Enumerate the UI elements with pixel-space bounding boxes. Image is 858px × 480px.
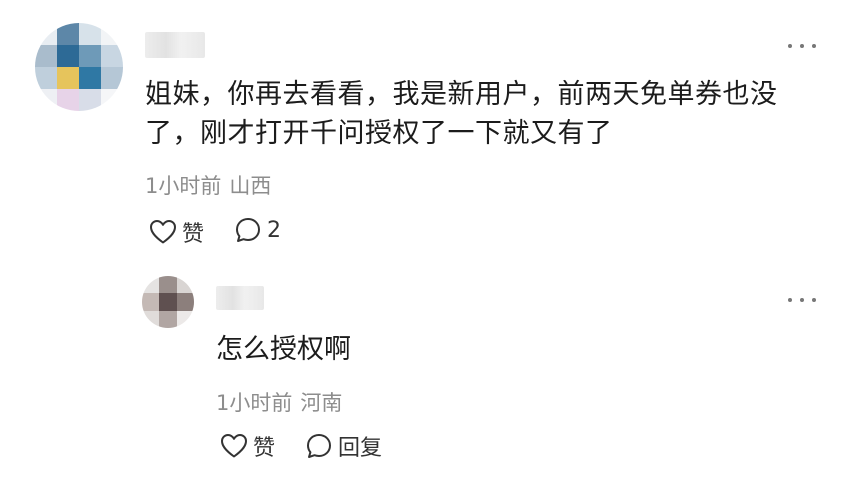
reply-text: 怎么授权啊 bbox=[216, 334, 351, 365]
heart-outline-icon bbox=[221, 434, 247, 458]
comment-button[interactable]: 2 bbox=[234, 216, 281, 244]
like-label: 赞 bbox=[253, 436, 276, 461]
timestamp: 1小时前 bbox=[145, 174, 222, 198]
avatar[interactable] bbox=[35, 23, 123, 111]
more-dots-icon[interactable] bbox=[788, 294, 816, 306]
avatar[interactable] bbox=[142, 276, 194, 328]
like-button[interactable]: 赞 bbox=[149, 216, 204, 248]
speech-bubble-icon bbox=[307, 434, 331, 458]
username-blurred[interactable] bbox=[145, 32, 205, 58]
location: 山西 bbox=[229, 174, 272, 198]
comment-meta: 1小时前 山西 bbox=[145, 170, 271, 200]
like-button[interactable]: 赞 bbox=[220, 430, 275, 462]
heart-outline-icon bbox=[150, 220, 176, 244]
more-dots-icon[interactable] bbox=[788, 40, 816, 52]
username-blurred[interactable] bbox=[216, 286, 264, 310]
reply-label: 回复 bbox=[338, 436, 383, 461]
reply-meta: 1小时前 河南 bbox=[216, 387, 342, 417]
reply-button[interactable]: 回复 bbox=[305, 430, 382, 462]
comment-text: 姐妹，你再去看看，我是新用户，前两天免单券也没了，刚才打开千问授权了一下就又有了 bbox=[145, 79, 778, 149]
speech-bubble-icon bbox=[236, 218, 260, 242]
location: 河南 bbox=[300, 391, 343, 415]
timestamp: 1小时前 bbox=[216, 391, 293, 415]
like-label: 赞 bbox=[182, 222, 205, 247]
comment-count: 2 bbox=[267, 217, 281, 243]
